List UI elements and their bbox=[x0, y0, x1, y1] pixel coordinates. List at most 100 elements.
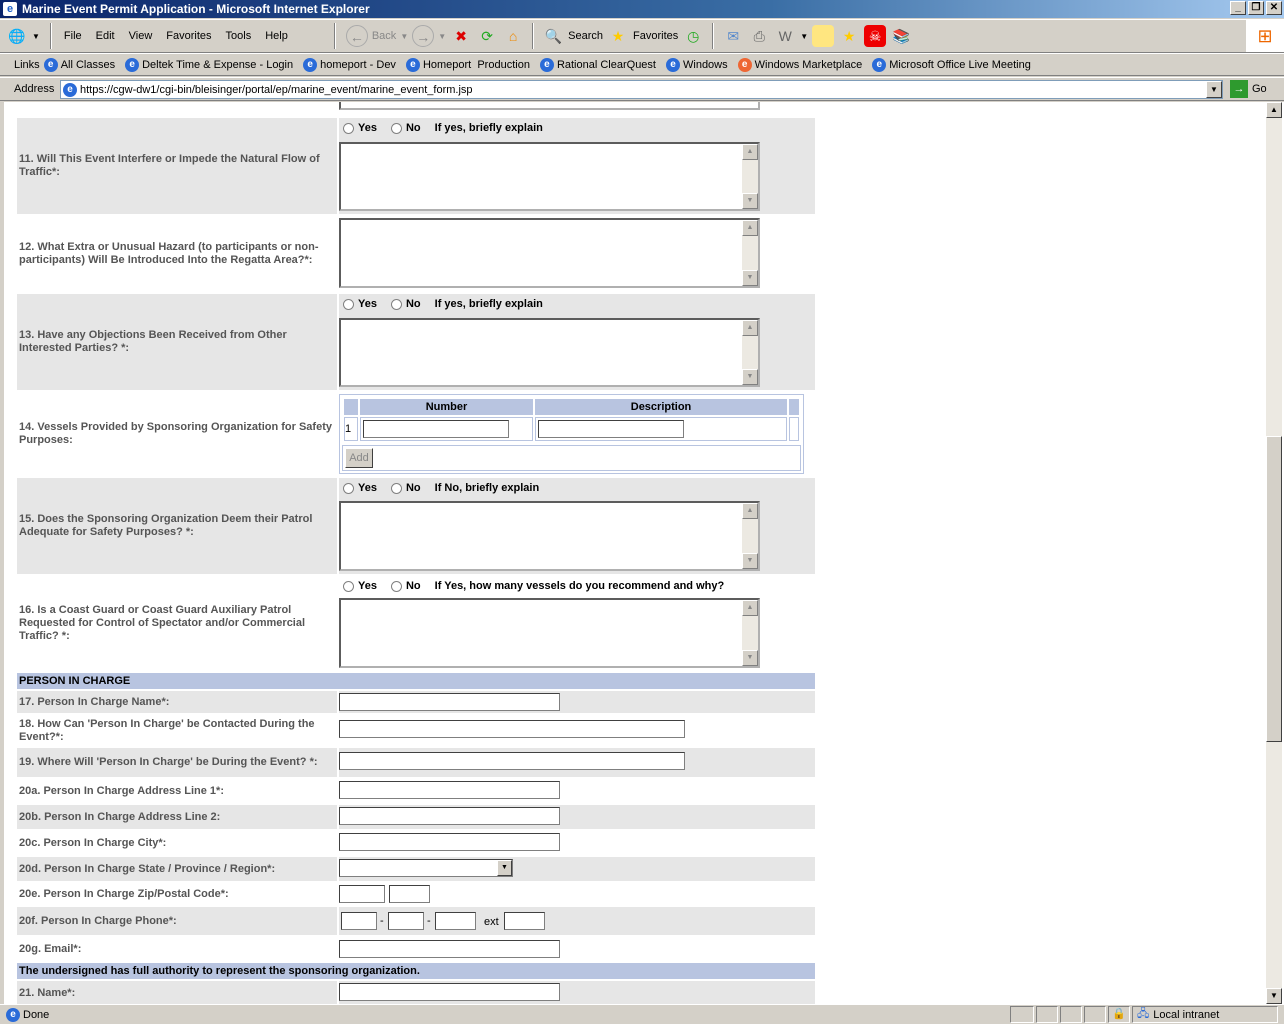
phone-ext-input[interactable] bbox=[504, 912, 545, 930]
link-live-meeting[interactable]: e Microsoft Office Live Meeting bbox=[872, 57, 1031, 72]
link-deltek[interactable]: e Deltek Time & Expense - Login bbox=[125, 57, 293, 72]
go-button[interactable]: → Go bbox=[1230, 80, 1267, 98]
q15-textarea[interactable]: ▲ ▼ bbox=[339, 501, 760, 571]
link-windows[interactable]: e Windows bbox=[666, 57, 728, 72]
edit-icon[interactable]: W bbox=[774, 25, 796, 47]
q15-yes-radio[interactable] bbox=[343, 482, 354, 494]
previous-textarea[interactable] bbox=[339, 102, 760, 110]
address-input[interactable]: e https://cgw-dw1/cgi-bin/bleisinger/port… bbox=[60, 80, 1223, 99]
messenger-icon[interactable]: ★ bbox=[838, 25, 860, 47]
scroll-up-button[interactable]: ▲ bbox=[1266, 102, 1282, 118]
q16-no-radio[interactable] bbox=[390, 580, 402, 592]
phone-area-input[interactable] bbox=[341, 912, 377, 930]
menu-tools[interactable]: Tools bbox=[226, 30, 252, 42]
description-header: Description bbox=[535, 399, 787, 415]
link-all-classes[interactable]: e All Classes bbox=[43, 57, 115, 72]
q17-label: 17. Person In Charge Name*: bbox=[17, 691, 337, 713]
question-11-row: 11. Will This Event Interfere or Impede … bbox=[17, 118, 815, 214]
q20c-label: 20c. Person In Charge City*: bbox=[19, 836, 167, 849]
note-icon[interactable] bbox=[812, 25, 835, 47]
pic-zip-input[interactable] bbox=[339, 885, 385, 903]
pic-name-input[interactable] bbox=[339, 693, 560, 711]
window-title: Marine Event Permit Application - Micros… bbox=[22, 2, 370, 16]
search-icon[interactable]: 🔍 bbox=[542, 25, 564, 47]
research-icon[interactable]: 📚 bbox=[890, 25, 912, 47]
permit-form: 11. Will This Event Interfere or Impede … bbox=[17, 102, 815, 1004]
q13-no-radio[interactable] bbox=[390, 298, 402, 310]
pic-zip-ext-input[interactable] bbox=[389, 885, 430, 903]
link-homeport-dev[interactable]: e homeport - Dev bbox=[303, 57, 396, 72]
question-14-label: 14. Vessels Provided by Sponsoring Organ… bbox=[19, 421, 332, 446]
back-icon[interactable]: ← bbox=[345, 25, 368, 47]
number-header: Number bbox=[360, 399, 534, 415]
pic-address1-input[interactable] bbox=[339, 781, 560, 799]
vessel-description-input[interactable] bbox=[538, 420, 685, 438]
q13-textarea[interactable]: ▲ ▼ bbox=[339, 318, 760, 387]
pic-address2-input[interactable] bbox=[339, 807, 560, 825]
refresh-icon[interactable]: ⟳ bbox=[476, 25, 498, 47]
q18-label: 18. How Can 'Person In Charge' be Contac… bbox=[19, 717, 315, 743]
q16-textarea[interactable]: ▲ ▼ bbox=[339, 598, 760, 668]
add-vessel-button[interactable]: Add bbox=[345, 448, 373, 468]
address-dropdown[interactable]: ▼ bbox=[1206, 81, 1222, 98]
signer-name-input[interactable] bbox=[339, 983, 560, 1001]
question-16-label: 16. Is a Coast Guard or Coast Guard Auxi… bbox=[19, 604, 306, 642]
scroll-down-button[interactable]: ▼ bbox=[1266, 988, 1282, 1004]
pic-city-input[interactable] bbox=[339, 833, 560, 851]
menu-edit[interactable]: Edit bbox=[96, 30, 115, 42]
ie-icon: e bbox=[3, 2, 17, 16]
q11-yes-radio[interactable] bbox=[343, 122, 354, 134]
link-homeport-production[interactable]: e Homeport Production bbox=[405, 57, 530, 72]
question-16-row: 16. Is a Coast Guard or Coast Guard Auxi… bbox=[17, 576, 815, 671]
q20b-label: 20b. Person In Charge Address Line 2: bbox=[17, 805, 337, 829]
back-button[interactable]: Back bbox=[372, 30, 396, 42]
q16-yes-radio[interactable] bbox=[343, 580, 354, 592]
q19-label: 19. Where Will 'Person In Charge' be Dur… bbox=[17, 748, 337, 777]
q13-yes-radio[interactable] bbox=[343, 298, 354, 310]
vessel-number-input[interactable] bbox=[363, 420, 509, 438]
close-button[interactable]: ✕ bbox=[1266, 1, 1282, 15]
q11-textarea[interactable]: ▲ ▼ bbox=[339, 142, 760, 211]
pic-contact-input[interactable] bbox=[339, 720, 685, 738]
home-icon[interactable]: ⌂ bbox=[502, 25, 524, 47]
pic-state-select[interactable]: ▼ bbox=[339, 859, 513, 877]
scroll-thumb[interactable] bbox=[1266, 436, 1282, 742]
links-bar: Links e All Classes e Deltek Time & Expens… bbox=[0, 53, 1284, 76]
intranet-icon: 🖧 bbox=[1137, 1008, 1150, 1020]
menu-help[interactable]: Help bbox=[265, 30, 288, 42]
pic-location-input[interactable] bbox=[339, 752, 685, 770]
minimize-button[interactable]: _ bbox=[1230, 1, 1246, 15]
address-label: Address bbox=[14, 83, 55, 95]
q11-no-radio[interactable] bbox=[390, 122, 402, 134]
favorites-icon[interactable]: ★ bbox=[607, 25, 629, 47]
pic-email-input[interactable] bbox=[339, 940, 560, 958]
menu-file[interactable]: File bbox=[64, 30, 82, 42]
favorites-button[interactable]: Favorites bbox=[633, 30, 678, 42]
status-text: Done bbox=[23, 1008, 50, 1021]
q12-textarea[interactable]: ▲ ▼ bbox=[339, 218, 760, 288]
q13-prompt: If yes, briefly explain bbox=[434, 298, 543, 310]
pdf-icon[interactable]: 🌐 bbox=[6, 25, 28, 47]
search-button[interactable]: Search bbox=[568, 30, 603, 42]
ext-label: ext bbox=[484, 916, 499, 928]
stop-icon[interactable]: ✖ bbox=[450, 25, 472, 47]
question-14-row: 14. Vessels Provided by Sponsoring Organ… bbox=[17, 392, 815, 476]
q15-no-radio[interactable] bbox=[390, 482, 402, 494]
link-windows-marketplace[interactable]: e Windows Marketplace bbox=[737, 57, 862, 72]
link-clearquest[interactable]: e Rational ClearQuest bbox=[539, 57, 656, 72]
q15-prompt: If No, briefly explain bbox=[434, 482, 540, 494]
forward-icon[interactable]: → bbox=[412, 25, 435, 47]
phone-line-input[interactable] bbox=[435, 912, 476, 930]
history-icon[interactable]: ◷ bbox=[682, 25, 704, 47]
vertical-scrollbar[interactable]: ▲ ▼ bbox=[1266, 102, 1282, 1004]
toolbar-addon-icon[interactable]: ☠ bbox=[864, 25, 887, 47]
page-content: 11. Will This Event Interfere or Impede … bbox=[0, 102, 1284, 1004]
question-12-label: 12. What Extra or Unusual Hazard (to par… bbox=[19, 241, 319, 266]
phone-prefix-input[interactable] bbox=[388, 912, 424, 930]
go-arrow-icon: → bbox=[1230, 80, 1248, 98]
maximize-button[interactable]: ❐ bbox=[1248, 1, 1264, 15]
mail-icon[interactable]: ✉ bbox=[722, 25, 744, 47]
print-icon[interactable]: ⎙ bbox=[748, 25, 770, 47]
menu-favorites[interactable]: Favorites bbox=[166, 30, 211, 42]
menu-view[interactable]: View bbox=[129, 30, 153, 42]
